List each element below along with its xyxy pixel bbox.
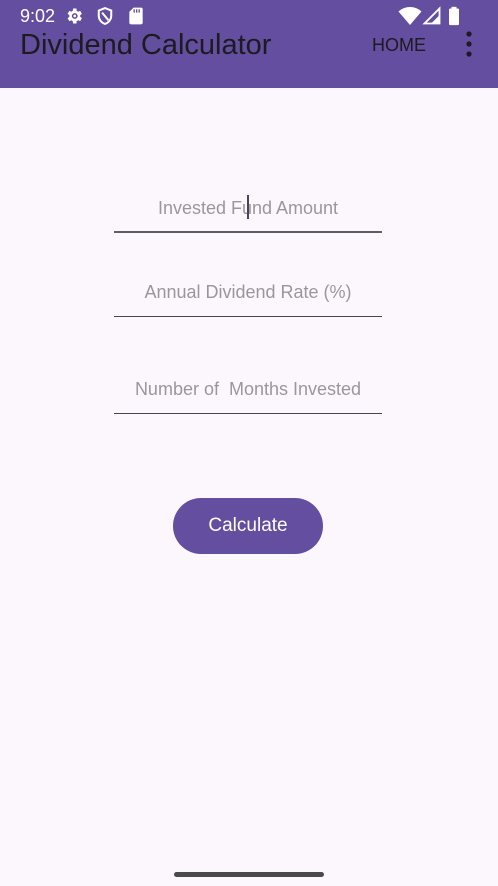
- sd-card-icon: [129, 7, 143, 25]
- shield-icon: [97, 7, 113, 25]
- cell-signal-icon: [422, 6, 441, 25]
- page-title: Dividend Calculator: [20, 29, 272, 61]
- input-underline: [114, 316, 382, 317]
- status-time: 9:02: [20, 6, 56, 26]
- input-underline: [114, 413, 382, 414]
- battery-icon: [449, 6, 459, 26]
- home-button[interactable]: HOME: [372, 34, 426, 56]
- calculate-button[interactable]: Calculate: [173, 498, 323, 554]
- wifi-icon: [398, 7, 422, 25]
- more-vert-icon[interactable]: [459, 30, 479, 58]
- annual-dividend-rate-input[interactable]: [114, 267, 382, 317]
- app-screen: 9:02 Dividend Calculator HOME Invested F…: [0, 0, 498, 886]
- months-invested-input[interactable]: [114, 364, 382, 414]
- input-underline: [114, 231, 382, 233]
- months-invested-field: [114, 364, 382, 414]
- invested-fund-amount-field: [114, 183, 382, 233]
- settings-icon: [67, 8, 82, 24]
- text-cursor: [247, 195, 249, 219]
- app-bar: 9:02 Dividend Calculator HOME: [0, 0, 498, 88]
- gesture-nav-handle[interactable]: [174, 872, 324, 877]
- annual-dividend-rate-field: [114, 267, 382, 317]
